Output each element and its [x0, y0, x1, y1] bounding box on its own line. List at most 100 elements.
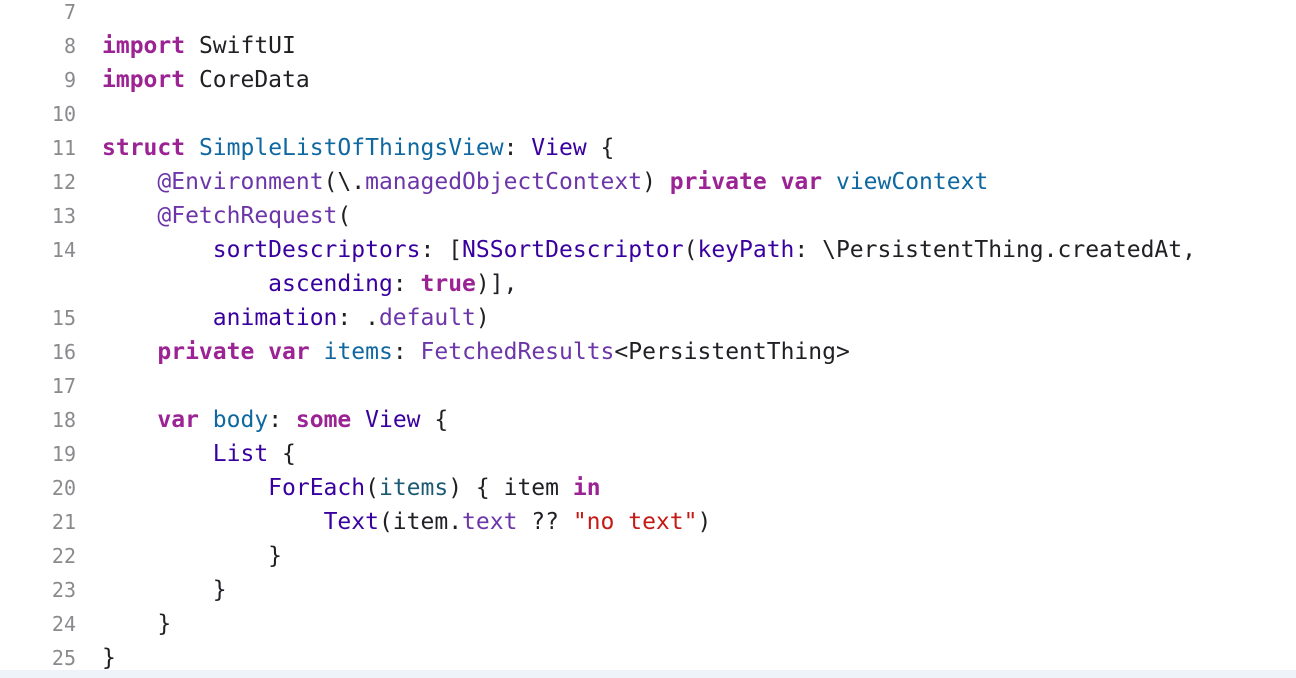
code-token: ascending — [268, 271, 393, 297]
code-token: (\. — [323, 169, 366, 195]
line-number: 20 — [51, 476, 76, 500]
line-number: 19 — [51, 442, 76, 466]
code-token: body — [212, 407, 269, 433]
code-token: true — [420, 271, 476, 297]
code-text: var body: some View { — [102, 403, 448, 437]
code-token: { — [586, 135, 615, 161]
code-token: )], — [475, 271, 518, 297]
code-token: var — [157, 407, 199, 433]
code-token: : — [392, 271, 421, 297]
code-token: ) — [642, 169, 670, 195]
code-text: } — [102, 607, 171, 641]
code-token: } — [102, 577, 227, 603]
code-token: NSSortDescriptor — [462, 237, 684, 263]
code-editor[interactable]: 7 8 import SwiftUI 9 import CoreData 10 11 stru… — [0, 0, 1296, 678]
code-token: import — [102, 33, 186, 59]
editor-bottom-bar — [0, 670, 1296, 678]
code-token: default — [378, 305, 476, 331]
code-text: List { — [102, 437, 296, 471]
code-text: import CoreData — [102, 63, 310, 97]
code-token: ) — [475, 305, 490, 331]
code-text: @Environment(\.managedObjectContext) pri… — [102, 165, 988, 199]
code-token: managedObjectContext — [365, 169, 643, 195]
line-number: 11 — [51, 136, 76, 160]
code-token: View — [365, 407, 421, 433]
code-text: sortDescriptors: [NSSortDescriptor(keyPa… — [102, 233, 1196, 267]
code-token: Text — [323, 509, 379, 535]
code-text: import SwiftUI — [102, 29, 296, 63]
line-number: 23 — [51, 578, 76, 602]
code-token: items — [323, 339, 393, 365]
code-text: ForEach(items) { item in — [102, 471, 601, 505]
code-token: animation — [212, 305, 338, 331]
line-number: 7 — [63, 0, 76, 24]
code-token: : — [392, 339, 421, 365]
code-token: ( — [337, 203, 352, 229]
code-token: keyPath — [697, 237, 795, 263]
code-token: some — [295, 407, 352, 433]
code-token: private — [669, 169, 767, 195]
code-token: text — [462, 509, 518, 535]
code-token: private — [157, 339, 255, 365]
code-token: "no text" — [572, 509, 698, 535]
code-token: SwiftUI — [185, 33, 296, 59]
code-token: : — [503, 135, 532, 161]
code-token: ( — [365, 475, 379, 501]
line-number: 8 — [63, 34, 76, 58]
code-text: private var items: FetchedResults<Persis… — [102, 335, 850, 369]
code-token: : [ — [420, 237, 463, 263]
code-text: Text(item.text ?? "no text") — [102, 505, 712, 539]
code-token: sortDescriptors — [212, 237, 421, 263]
code-token: List — [212, 441, 269, 467]
code-token: } — [102, 543, 283, 569]
code-token: } — [102, 611, 172, 637]
code-token: @FetchRequest — [157, 203, 338, 229]
line-number: 9 — [63, 68, 76, 92]
line-number: 15 — [51, 306, 76, 330]
line-number: 13 — [51, 204, 76, 228]
line-number: 12 — [51, 170, 76, 194]
code-text: @FetchRequest( — [102, 199, 351, 233]
code-text: struct SimpleListOfThingsView: View { — [102, 131, 614, 165]
code-token: : . — [337, 305, 379, 331]
code-token: SimpleListOfThingsView — [198, 135, 504, 161]
code-token: in — [572, 475, 601, 501]
line-number: 18 — [51, 408, 76, 432]
code-text: ascending: true)], — [102, 267, 517, 301]
code-token: { — [420, 407, 449, 433]
line-number: 21 — [51, 510, 76, 534]
code-token: viewContext — [835, 169, 989, 195]
code-token: var — [780, 169, 823, 195]
line-number: 14 — [51, 238, 76, 262]
code-token: View — [531, 135, 587, 161]
code-token: <PersistentThing> — [614, 339, 850, 365]
code-token: : — [268, 407, 296, 433]
code-text: animation: .default) — [102, 301, 490, 335]
code-token: { — [268, 441, 296, 467]
code-token: (item. — [378, 509, 463, 535]
code-token: var — [268, 339, 310, 365]
line-number: 16 — [51, 340, 76, 364]
line-number: 10 — [51, 102, 76, 126]
code-token: : \PersistentThing.createdAt, — [794, 237, 1196, 263]
code-text: } — [102, 539, 282, 573]
code-token: } — [102, 645, 116, 671]
code-token: ForEach — [268, 475, 366, 501]
line-number: 24 — [51, 612, 76, 636]
code-token: @Environment — [157, 169, 324, 195]
